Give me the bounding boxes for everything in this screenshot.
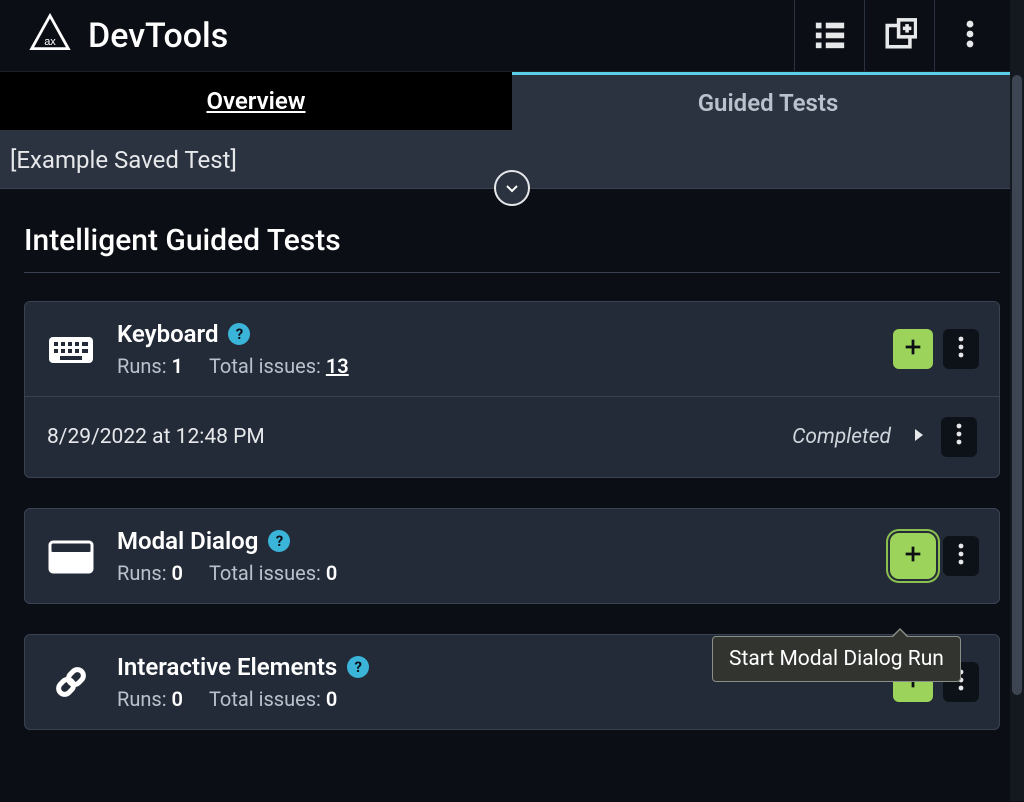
runs-value: 0 (172, 687, 183, 711)
axe-logo-icon: ax (28, 12, 72, 60)
section-title: Intelligent Guided Tests (24, 223, 1000, 273)
expand-toggle-button[interactable] (494, 170, 530, 206)
test-header: Keyboard ? Runs: 1 Total issues: 13 (25, 302, 999, 396)
content-area: Intelligent Guided Tests Keyboard ? Runs… (0, 189, 1024, 802)
saved-test-label: [Example Saved Test] (10, 146, 237, 174)
issues-stat: Total issues: 0 (209, 687, 337, 711)
svg-text:ax: ax (44, 36, 56, 48)
tab-guided-label: Guided Tests (698, 89, 839, 117)
run-more-button[interactable] (941, 417, 977, 457)
runs-stat: Runs: 1 (117, 354, 183, 378)
help-icon[interactable]: ? (268, 530, 290, 552)
chevron-down-icon (504, 174, 520, 202)
brand-title: DevTools (88, 16, 228, 56)
tabs: Overview Guided Tests (0, 72, 1024, 130)
test-more-button[interactable] (943, 536, 979, 576)
add-run-button[interactable] (893, 329, 933, 369)
more-vertical-icon (953, 17, 987, 55)
test-header: Modal Dialog ? Runs: 0 Total issues: 0 (25, 509, 999, 603)
brand: ax DevTools (28, 12, 228, 60)
test-name: Modal Dialog (117, 527, 258, 555)
new-window-button[interactable] (864, 0, 934, 71)
more-vertical-icon (956, 423, 962, 451)
add-run-button[interactable] (893, 536, 933, 576)
tab-overview-label: Overview (206, 87, 305, 115)
header-more-button[interactable] (934, 0, 1004, 71)
issues-value: 0 (326, 561, 337, 585)
run-date: 8/29/2022 at 12:48 PM (47, 425, 776, 449)
list-view-button[interactable] (794, 0, 864, 71)
tab-overview[interactable]: Overview (0, 72, 512, 130)
issues-value-link[interactable]: 13 (326, 354, 349, 378)
runs-stat: Runs: 0 (117, 561, 183, 585)
runs-value: 1 (172, 354, 183, 378)
test-name: Keyboard (117, 320, 218, 348)
test-info: Modal Dialog ? Runs: 0 Total issues: 0 (117, 527, 871, 585)
keyboard-icon (47, 325, 95, 373)
more-vertical-icon (958, 543, 964, 569)
runs-stat: Runs: 0 (117, 687, 183, 711)
test-card-keyboard: Keyboard ? Runs: 1 Total issues: 13 (24, 301, 1000, 478)
saved-test-bar: [Example Saved Test] (0, 130, 1024, 189)
scrollbar[interactable] (1010, 0, 1024, 801)
test-name: Interactive Elements (117, 653, 337, 681)
app-header: ax DevTools (0, 0, 1024, 72)
run-status: Completed (792, 425, 891, 449)
plus-icon (902, 543, 924, 569)
tab-guided-tests[interactable]: Guided Tests (512, 72, 1024, 130)
plus-icon (902, 336, 924, 362)
add-window-icon (883, 17, 917, 55)
help-icon[interactable]: ? (228, 323, 250, 345)
scrollbar-thumb[interactable] (1012, 75, 1022, 695)
caret-right-icon (913, 425, 925, 449)
issues-stat: Total issues: 0 (209, 561, 337, 585)
test-more-button[interactable] (943, 329, 979, 369)
issues-value: 0 (326, 687, 337, 711)
runs-value: 0 (172, 561, 183, 585)
list-icon (813, 17, 847, 55)
header-actions (794, 0, 1004, 71)
issues-stat: Total issues: 13 (209, 354, 349, 378)
help-icon[interactable]: ? (347, 656, 369, 678)
modal-dialog-icon (47, 532, 95, 580)
run-row[interactable]: 8/29/2022 at 12:48 PM Completed (25, 396, 999, 477)
test-card-modal-dialog: Modal Dialog ? Runs: 0 Total issues: 0 (24, 508, 1000, 604)
more-vertical-icon (958, 336, 964, 362)
tooltip-start-run: Start Modal Dialog Run (712, 636, 961, 682)
test-info: Keyboard ? Runs: 1 Total issues: 13 (117, 320, 871, 378)
link-icon (47, 658, 95, 706)
